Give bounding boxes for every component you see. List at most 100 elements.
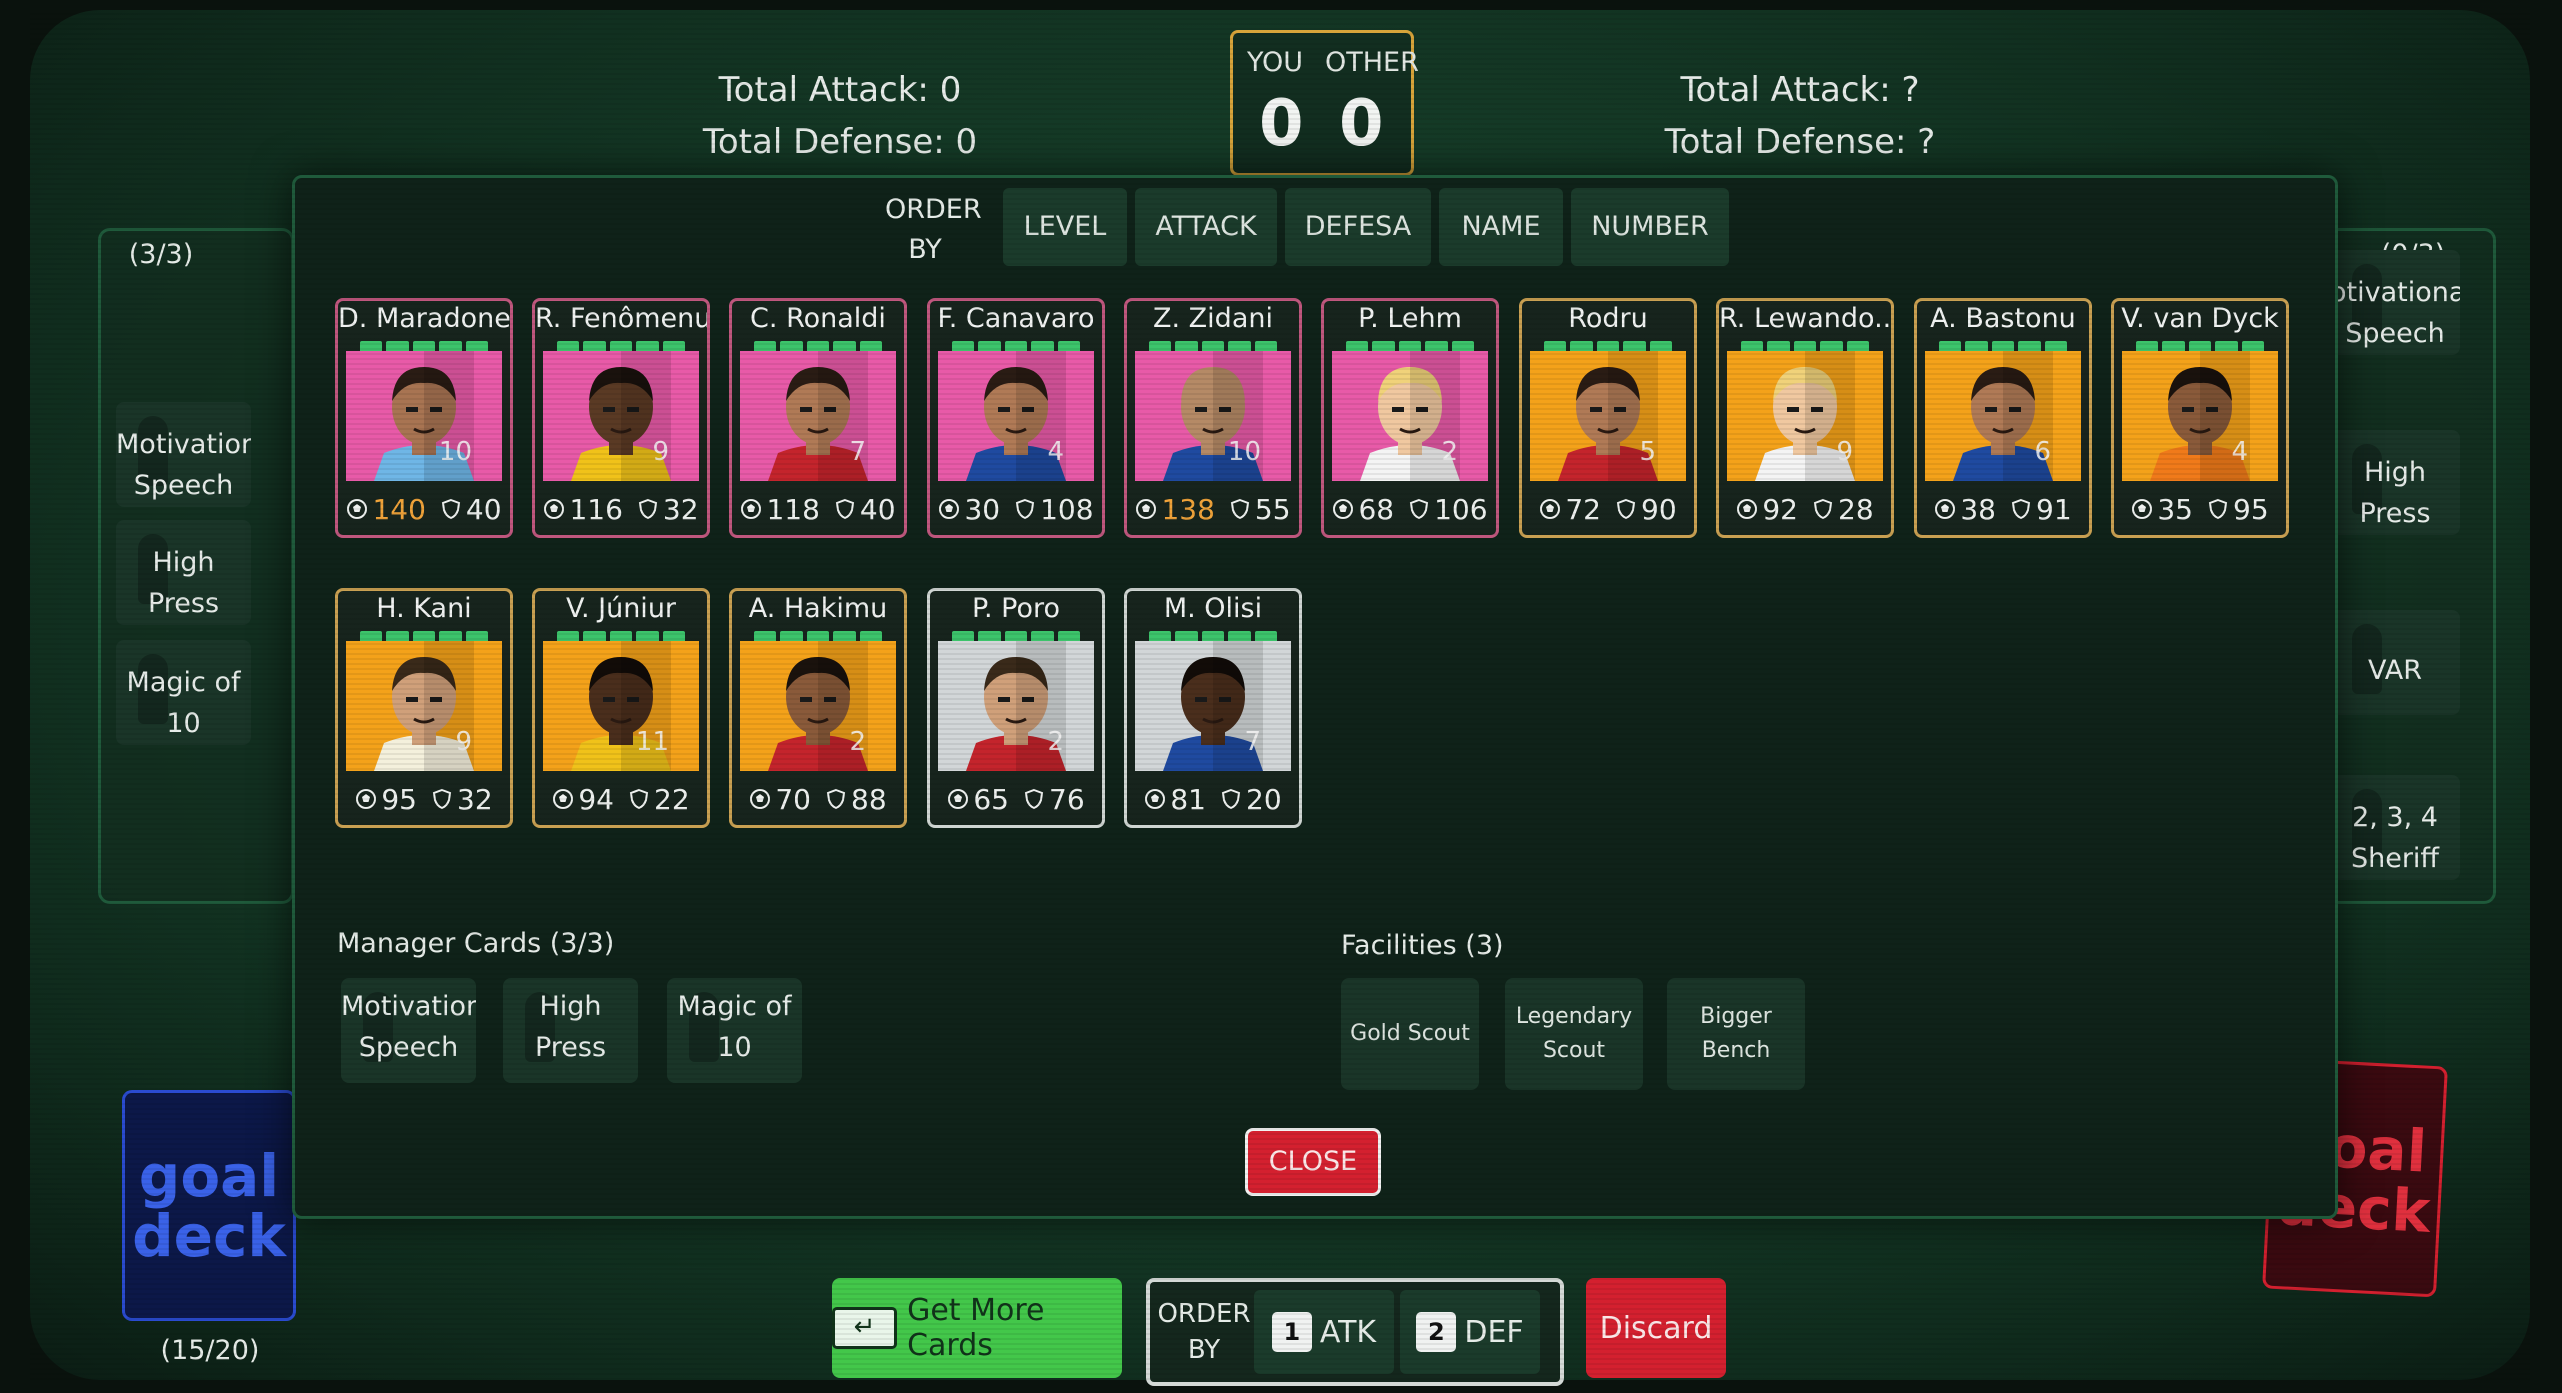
shield-icon	[1221, 788, 1241, 810]
modal-manager-card-1[interactable]: Motivational Speech	[341, 978, 476, 1083]
player-card[interactable]: V. van Dyck 4 35 95	[2111, 298, 2289, 538]
attack-value: 116	[569, 492, 623, 526]
player-card[interactable]: C. Ronaldi 7 118 40	[729, 298, 907, 538]
order-by-atk-button[interactable]: 1 ATK	[1254, 1290, 1394, 1374]
defense-stat: 32	[637, 493, 699, 526]
discard-button[interactable]: Discard	[1586, 1278, 1726, 1378]
player-avatar-icon	[543, 641, 699, 771]
player-stats: 30 108	[930, 487, 1102, 531]
shield-icon	[835, 498, 855, 520]
player-card[interactable]: Rodru 5 72 90	[1519, 298, 1697, 538]
player-number: 11	[635, 727, 669, 757]
player-stats: 118 40	[732, 487, 904, 531]
player-card[interactable]: R. Lewando... 9 92 28	[1716, 298, 1894, 538]
player-card[interactable]: A. Hakimu 2 70 88	[729, 588, 907, 828]
facility-legendary-scout[interactable]: Legendary Scout	[1505, 978, 1643, 1090]
player-avatar-icon	[1332, 351, 1488, 481]
card-label: High	[2363, 457, 2427, 488]
order-by-label: ORDER	[885, 194, 982, 225]
attack-stat: 138	[1135, 493, 1215, 526]
order-by-def-button[interactable]: 2 DEF	[1400, 1290, 1540, 1374]
player-number: 9	[652, 437, 669, 467]
scoreboard: YOU OTHER 0 0	[1230, 30, 1419, 176]
other-label: OTHER	[1325, 47, 1419, 78]
enter-key-icon: ↵	[832, 1307, 898, 1349]
player-portrait	[543, 351, 699, 481]
player-portrait	[740, 641, 896, 771]
defense-stat: 20	[1220, 783, 1282, 816]
ball-icon	[356, 789, 377, 809]
player-name: D. Maradone	[338, 303, 510, 334]
you-score: 0	[1259, 87, 1304, 161]
sort-attack-button[interactable]: ATTACK	[1135, 188, 1277, 266]
player-number: 7	[849, 437, 866, 467]
attack-stat: 92	[1736, 493, 1798, 526]
player-stats: 81 20	[1127, 777, 1299, 821]
player-number: 2	[849, 727, 866, 757]
left-manager-card-1[interactable]: Motivational Speech	[116, 402, 251, 507]
sort-number-button[interactable]: NUMBER	[1571, 188, 1729, 266]
defense-stat: 76	[1023, 783, 1085, 816]
player-card[interactable]: M. Olisi 7 81 20	[1124, 588, 1302, 828]
order-by-control: ORDER BY 1 ATK 2 DEF	[1146, 1278, 1564, 1386]
defense-value: 95	[2233, 492, 2269, 526]
attack-value: 35	[2157, 492, 2193, 526]
player-card[interactable]: P. Lehm 2 68 106	[1321, 298, 1499, 538]
attack-stat: 118	[740, 493, 820, 526]
player-card[interactable]: H. Kani 9 95 32	[335, 588, 513, 828]
ball-icon	[750, 789, 771, 809]
modal-manager-card-3[interactable]: Magic of 10	[667, 978, 802, 1083]
deck-count: (15/20)	[160, 1335, 260, 1366]
attack-stat: 140	[346, 493, 426, 526]
defense-value: 88	[851, 782, 887, 816]
player-name: R. Lewando...	[1719, 303, 1891, 334]
player-card[interactable]: F. Canavaro 4 30 108	[927, 298, 1105, 538]
defense-value: 32	[662, 492, 699, 526]
player-card[interactable]: Z. Zidani 10 138 55	[1124, 298, 1302, 538]
player-portrait	[346, 351, 502, 481]
manager-cards-title: Manager Cards (3/3)	[337, 928, 615, 959]
facility-label: Bigger	[1700, 1004, 1772, 1029]
defense-value: 55	[1254, 492, 1291, 526]
left-manager-card-2[interactable]: High Press	[116, 520, 251, 625]
card-label: Press	[534, 1032, 607, 1063]
game-screen: Total Attack: 0 Total Defense: 0 Total A…	[30, 10, 2530, 1386]
modal-manager-card-2[interactable]: High Press	[503, 978, 638, 1083]
defense-stat: 108	[1014, 492, 1094, 526]
player-number: 2	[1441, 437, 1458, 467]
sort-defesa-button[interactable]: DEFESA	[1285, 188, 1431, 266]
defense-stat: 32	[431, 783, 493, 816]
defense-value: 108	[1040, 492, 1094, 526]
player-portrait	[938, 351, 1094, 481]
get-more-cards-button[interactable]: ↵ Get More Cards	[832, 1278, 1122, 1378]
shield-icon	[2208, 498, 2228, 520]
key-2-icon: 2	[1416, 1312, 1457, 1352]
facility-bigger-bench[interactable]: Bigger Bench	[1667, 978, 1805, 1090]
player-stats: 38 91	[1917, 487, 2089, 531]
player-card[interactable]: A. Bastonu 6 38 91	[1914, 298, 2092, 538]
ball-icon	[1540, 499, 1561, 519]
sort-name-button[interactable]: NAME	[1439, 188, 1563, 266]
defense-value: 22	[654, 782, 690, 816]
ball-icon	[1737, 499, 1758, 519]
card-label: Press	[2359, 498, 2431, 529]
ball-icon	[1136, 499, 1157, 519]
shield-icon	[441, 498, 461, 520]
facility-gold-scout[interactable]: Gold Scout	[1341, 978, 1479, 1090]
player-deck[interactable]: goal deck	[122, 1090, 296, 1321]
player-avatar-icon	[938, 641, 1094, 771]
player-name: P. Lehm	[1358, 303, 1462, 334]
close-button[interactable]: CLOSE	[1245, 1128, 1381, 1196]
player-card[interactable]: P. Poro 2 65 76	[927, 588, 1105, 828]
shield-icon	[1024, 788, 1044, 810]
attack-stat: 95	[355, 783, 417, 816]
sort-level-button[interactable]: LEVEL	[1003, 188, 1127, 266]
player-card[interactable]: V. Júniur 11 94 22	[532, 588, 710, 828]
player-portrait	[938, 641, 1094, 771]
ball-icon	[1935, 499, 1956, 519]
left-manager-card-3[interactable]: Magic of 10	[116, 640, 251, 745]
player-card[interactable]: D. Maradone 10 140 40	[335, 298, 513, 538]
attack-value: 81	[1170, 782, 1206, 816]
player-card[interactable]: R. Fenômenu 9 116 32	[532, 298, 710, 538]
defense-value: 91	[2036, 492, 2072, 526]
